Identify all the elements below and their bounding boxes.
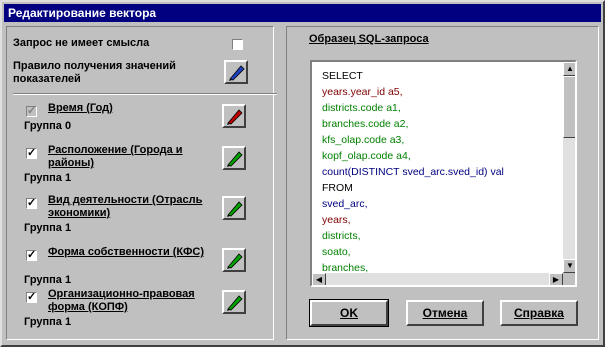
dimension-name: Организационно-правовая форма (КОПФ): [48, 288, 195, 313]
rule-edit-button[interactable]: [224, 60, 248, 84]
vertical-scrollbar[interactable]: ▲ ▼: [563, 62, 575, 273]
dimension-group: Группа 1: [24, 316, 72, 328]
sql-line: districts,: [322, 230, 361, 242]
sql-line: branches.code a2,: [322, 118, 409, 130]
dimension-checkbox[interactable]: [26, 146, 37, 159]
dimension-group: Группа 1: [24, 172, 72, 184]
dimension-group: Группа 1: [24, 274, 72, 286]
sql-line: sved_arc,: [322, 198, 368, 210]
scroll-right-button[interactable]: ▶: [549, 273, 563, 285]
window-title: Редактирование вектора: [8, 6, 157, 20]
pencil-icon: [227, 201, 243, 217]
sql-line: count(DISTINCT sved_arc.sved_id) val: [322, 166, 504, 178]
dimension-name: Вид деятельности (Отрасль экономики): [48, 194, 203, 219]
pencil-icon: [227, 253, 243, 269]
scroll-corner: [563, 273, 575, 285]
scroll-left-button[interactable]: ◀: [312, 273, 326, 285]
dimension-group: Группа 1: [24, 222, 72, 234]
sql-line: soato,: [322, 246, 351, 258]
dimension-name: Расположение (Города и районы): [48, 144, 183, 169]
sql-title: Образец SQL-запроса: [309, 33, 429, 45]
dialog-window: Редактирование вектора Запрос не имеет с…: [0, 0, 605, 347]
dimension-name: Время (Год): [48, 102, 113, 114]
cancel-label: Отмена: [422, 306, 468, 320]
pencil-icon: [229, 65, 245, 81]
dimension-checkbox[interactable]: [26, 290, 37, 303]
dimension-edit-button[interactable]: [222, 104, 246, 128]
sql-line: districts.code a1,: [322, 102, 401, 114]
pencil-icon: [227, 151, 243, 167]
cancel-button[interactable]: Отмена: [406, 300, 484, 326]
title-bar: Редактирование вектора: [4, 4, 601, 22]
sql-line: kopf_olap.code a4,: [322, 150, 411, 162]
dimension-edit-button[interactable]: [222, 290, 246, 314]
rule-label: Правило получения значений показателей: [13, 60, 176, 85]
dimension-edit-button[interactable]: [222, 248, 246, 272]
sql-line: years,: [322, 214, 351, 226]
ok-label: OK: [340, 306, 358, 320]
pencil-icon: [227, 109, 243, 125]
sql-line: FROM: [322, 182, 353, 194]
scroll-thumb[interactable]: [563, 76, 575, 138]
horizontal-scrollbar[interactable]: ◀ ▶: [312, 273, 563, 285]
dimension-group: Группа 0: [24, 120, 72, 132]
separator: [13, 93, 277, 95]
meaningless-query-checkbox[interactable]: [232, 39, 243, 50]
help-label: Справка: [514, 306, 564, 320]
dimension-edit-button[interactable]: [222, 146, 246, 170]
meaningless-query-label: Запрос не имеет смысла: [13, 37, 150, 49]
help-button[interactable]: Справка: [500, 300, 578, 326]
sql-preview[interactable]: SELECT years.year_id a5, districts.code a1…: [310, 60, 577, 287]
dimension-checkbox[interactable]: [26, 104, 37, 117]
pencil-icon: [227, 295, 243, 311]
ok-button[interactable]: OK: [309, 299, 389, 327]
dimension-checkbox[interactable]: [26, 196, 37, 209]
sql-line: SELECT: [322, 70, 363, 82]
scroll-up-button[interactable]: ▲: [563, 62, 575, 76]
dimension-edit-button[interactable]: [222, 196, 246, 220]
scroll-down-button[interactable]: ▼: [563, 259, 575, 273]
dimension-checkbox[interactable]: [26, 248, 37, 261]
sql-line: years.year_id a5,: [322, 86, 403, 98]
dimension-name: Форма собственности (КФС): [48, 246, 204, 258]
sql-line: kfs_olap.code a3,: [322, 134, 405, 146]
